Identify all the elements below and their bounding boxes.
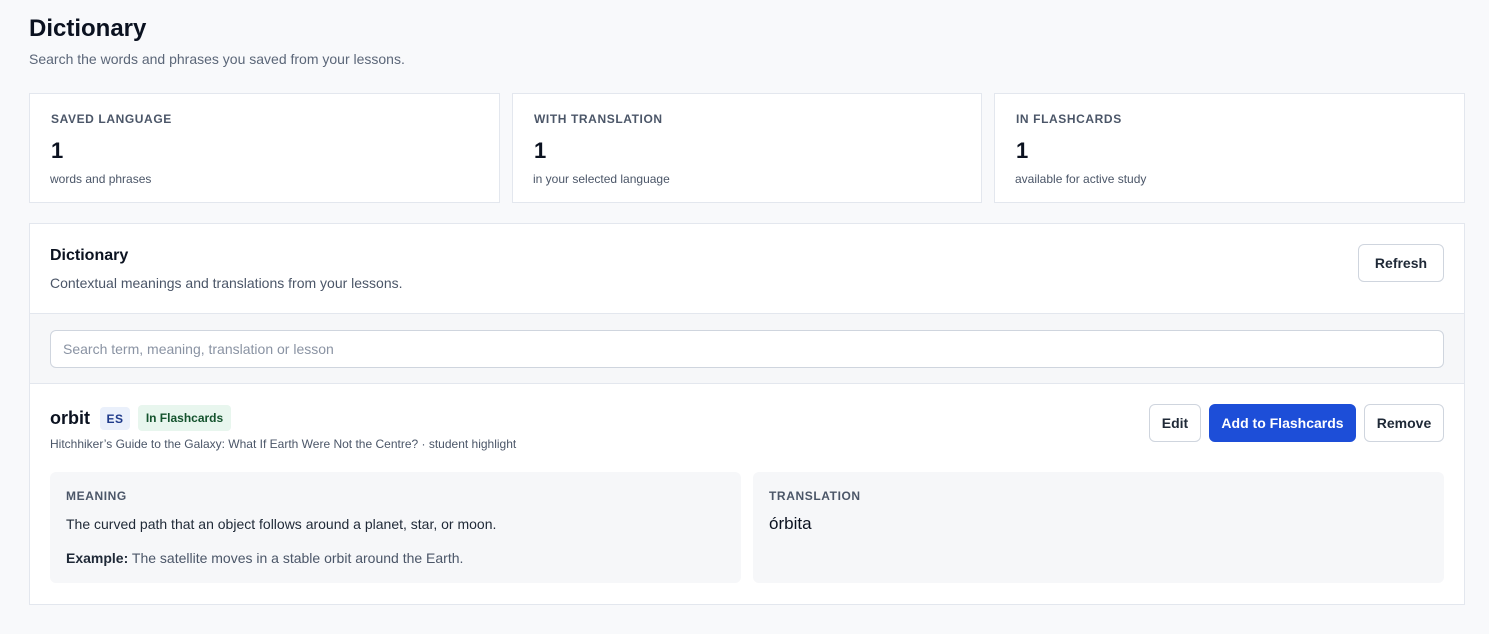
meaning-label: MEANING [66, 489, 127, 503]
stat-note: words and phrases [50, 172, 152, 186]
stat-value: 1 [51, 138, 64, 163]
entry-source: Hitchhiker’s Guide to the Galaxy: What I… [50, 437, 517, 451]
entry-term: orbit [50, 408, 90, 428]
stat-card-with-translation: WITH TRANSLATION 1 in your selected lang… [512, 93, 982, 203]
edit-button[interactable]: Edit [1149, 404, 1201, 442]
stat-label: SAVED LANGUAGE [51, 112, 172, 126]
meaning-text: The curved path that an object follows a… [66, 516, 497, 532]
page-subtitle: Search the words and phrases you saved f… [29, 51, 405, 67]
stat-value: 1 [1016, 138, 1029, 163]
flashcard-status-badge: In Flashcards [138, 405, 231, 431]
stat-card-saved-language: SAVED LANGUAGE 1 words and phrases [29, 93, 500, 203]
refresh-button[interactable]: Refresh [1358, 244, 1444, 282]
example-text: The satellite moves in a stable orbit ar… [131, 550, 464, 566]
stat-label: IN FLASHCARDS [1016, 112, 1122, 126]
stat-label: WITH TRANSLATION [534, 112, 663, 126]
stat-card-in-flashcards: IN FLASHCARDS 1 available for active stu… [994, 93, 1465, 203]
example-label: Example: [66, 550, 129, 566]
dictionary-page: Dictionary Search the words and phrases … [0, 0, 1489, 634]
remove-button[interactable]: Remove [1364, 404, 1444, 442]
panel-subtitle: Contextual meanings and translations fro… [50, 275, 403, 291]
stat-value: 1 [534, 138, 547, 163]
search-bar [30, 313, 1464, 384]
example-sentence: Example: The satellite moves in a stable… [66, 550, 463, 566]
search-input[interactable] [50, 330, 1444, 368]
meaning-box: MEANING The curved path that an object f… [50, 472, 741, 583]
translation-text: órbita [769, 514, 812, 533]
panel-title: Dictionary [50, 247, 129, 264]
dictionary-panel: Dictionary Contextual meanings and trans… [29, 223, 1465, 605]
add-to-flashcards-button[interactable]: Add to Flashcards [1209, 404, 1356, 442]
page-title: Dictionary [29, 15, 147, 42]
translation-label: TRANSLATION [769, 489, 861, 503]
translation-box: TRANSLATION órbita [753, 472, 1444, 583]
stat-note: in your selected language [533, 172, 670, 186]
language-badge: ES [100, 407, 130, 430]
stat-note: available for active study [1015, 172, 1147, 186]
